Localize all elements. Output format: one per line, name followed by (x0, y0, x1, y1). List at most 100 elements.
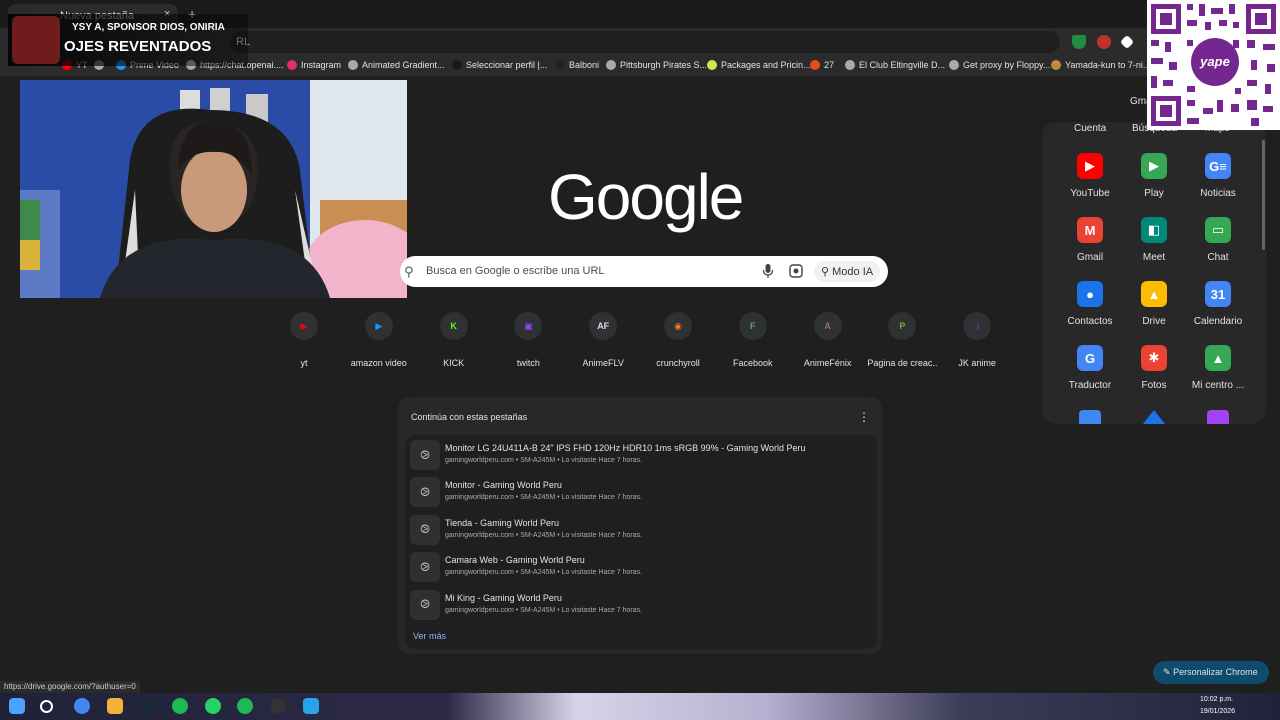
bookmark-item[interactable]: Get proxy by Floppy... (949, 60, 1050, 70)
shortcut-tile[interactable]: ▶ yt (269, 312, 339, 368)
app-drive[interactable]: ▲ Drive (1122, 281, 1186, 327)
personalize-chrome-button[interactable]: ✎ Personalizar Chrome (1153, 661, 1269, 684)
app-icon: G (1077, 345, 1103, 371)
address-bar[interactable]: RL (230, 31, 1060, 53)
continue-tab-row[interactable]: ⧁ Tienda - Gaming World Peru gamingworldpe… (408, 513, 874, 547)
shortcut-favicon-icon: ▶ (290, 312, 318, 340)
site-favicon-icon: ⧁ (410, 552, 440, 583)
bookmark-item[interactable]: Packages and Pricin... (707, 60, 811, 70)
bookmark-item[interactable]: Pittsburgh Pirates S... (606, 60, 707, 70)
app-icon: ◧ (1141, 217, 1167, 243)
bookmark-item[interactable]: El Club Eltingville D... (845, 60, 945, 70)
shortcut-tile[interactable]: J JK anime (942, 312, 1012, 368)
shortcut-tile[interactable]: F Facebook (718, 312, 788, 368)
app-label: Drive (1142, 316, 1166, 327)
clock-date[interactable]: 19/01/2026 (1200, 708, 1235, 715)
shortcut-label: AnimeFLV (582, 358, 624, 368)
bookmark-item[interactable]: Balboni (555, 60, 599, 70)
shortcut-favicon-icon: ◉ (664, 312, 692, 340)
app-calendario[interactable]: 31 Calendario (1186, 281, 1250, 327)
more-options-icon[interactable]: ⋮ (858, 410, 870, 424)
continue-tab-row[interactable]: ⧁ Mi King - Gaming World Peru gamingworldp… (408, 588, 874, 622)
shortcut-tile[interactable]: A AnimeFénix (793, 312, 863, 368)
stream-now-playing-title: OJES REVENTADOS (64, 38, 212, 55)
apps-scrollbar[interactable] (1262, 140, 1265, 250)
shortcut-tile[interactable]: K KICK (419, 312, 489, 368)
app-label: Play (1144, 188, 1164, 199)
continue-tab-subtitle: gamingworldperu.com • SM-A245M • Lo visi… (445, 457, 643, 464)
chrome-taskbar-icon[interactable] (74, 698, 90, 714)
bookmark-favicon-icon (348, 60, 358, 70)
app-label: Fotos (1141, 380, 1167, 391)
app-icon: ▭ (1205, 217, 1231, 243)
app-partial-icon (1079, 410, 1101, 424)
continue-tab-title: Tienda - Gaming World Peru (445, 517, 560, 528)
bookmark-item[interactable]: Seleccionar perfil |... (452, 60, 547, 70)
app-taskbar-icon[interactable] (303, 698, 319, 714)
app-label: YouTube (1070, 188, 1110, 199)
continue-tab-title: Camara Web - Gaming World Peru (445, 555, 585, 566)
whatsapp-icon[interactable] (205, 698, 221, 714)
see-more-link[interactable]: Ver más (413, 631, 446, 641)
shortcut-tile[interactable]: ▶ amazon video (344, 312, 414, 368)
app-label: Chat (1207, 252, 1229, 263)
red-extension-icon[interactable] (1097, 35, 1111, 49)
continue-tab-subtitle: gamingworldperu.com • SM-A245M • Lo visi… (445, 569, 643, 577)
shortcut-favicon-icon: J (963, 312, 992, 340)
search-taskbar-icon[interactable] (40, 700, 53, 713)
obs-icon[interactable] (270, 698, 286, 714)
app-label: Traductor (1068, 380, 1112, 391)
apps-header-cuenta[interactable]: Cuenta (1074, 123, 1106, 134)
shortcut-label: AnimeFénix (803, 358, 852, 368)
google-lens-icon[interactable] (789, 264, 803, 278)
app-icon: ▲ (1205, 345, 1231, 371)
bookmark-label: Pittsburgh Pirates S... (620, 60, 708, 70)
bookmark-item[interactable]: Yamada-kun to 7-ni... (1051, 60, 1150, 70)
app-traductor[interactable]: G Traductor (1058, 345, 1122, 391)
clock-time[interactable]: 10:02 p.m. (1200, 696, 1233, 703)
bookmark-label: Packages and Pricin... (721, 60, 811, 70)
app-contactos[interactable]: ● Contactos (1058, 281, 1122, 327)
app-gmail[interactable]: M Gmail (1058, 217, 1122, 263)
bookmark-favicon-icon (845, 60, 855, 70)
file-explorer-icon[interactable] (107, 698, 123, 714)
spotify-alt-icon[interactable] (237, 698, 253, 714)
app-chat[interactable]: ▭ Chat (1186, 217, 1250, 263)
continue-tab-title: Monitor - Gaming World Peru (445, 480, 562, 491)
app-mi-centro[interactable]: ▲ Mi centro ... (1186, 345, 1250, 391)
continue-tab-title: Mi King - Gaming World Peru (445, 592, 562, 603)
app-label: Contactos (1067, 316, 1113, 327)
bookmark-item[interactable]: Instagram (287, 60, 341, 70)
bookmark-favicon-icon (949, 60, 959, 70)
app-noticias[interactable]: G≡ Noticias (1186, 153, 1250, 199)
continue-tab-title: Monitor LG 24U411A-B 24" IPS FHD 120Hz H… (445, 443, 806, 453)
vpn-extension-icon[interactable] (1072, 35, 1086, 49)
shortcut-label: crunchyroll (656, 358, 700, 368)
continue-tab-row[interactable]: ⧁ Camara Web - Gaming World Peru gamingwor… (408, 550, 874, 584)
shortcut-tile[interactable]: ▣ twitch (493, 312, 563, 368)
ai-mode-button[interactable]: ⚲ Modo IA (814, 261, 880, 282)
spotify-icon[interactable] (172, 698, 188, 714)
shortcut-label: twitch (516, 358, 540, 368)
shortcut-tile[interactable]: ◉ crunchyroll (643, 312, 713, 368)
windows-start-icon[interactable] (9, 698, 25, 714)
shortcut-label: JK anime (958, 358, 996, 368)
microphone-icon[interactable] (762, 264, 774, 278)
shortcut-tile[interactable]: P Pagina de creac... (867, 312, 937, 368)
site-favicon-icon: ⧁ (410, 514, 440, 545)
shortcut-tile[interactable]: AF AnimeFLV (568, 312, 638, 368)
app-icon: ▶ (1141, 153, 1167, 179)
yape-logo: yape (1191, 38, 1239, 86)
bookmark-item[interactable]: 27 (810, 60, 834, 70)
app-meet[interactable]: ◧ Meet (1122, 217, 1186, 263)
bookmark-label: Seleccionar perfil |... (466, 60, 548, 70)
continue-tab-row[interactable]: ⧁ Monitor LG 24U411A-B 24" IPS FHD 120Hz … (408, 438, 874, 472)
app-play[interactable]: ▶ Play (1122, 153, 1186, 199)
app-youtube[interactable]: ▶ YouTube (1058, 153, 1122, 199)
stream-now-playing-artists: YSY A, SPONSOR DIOS, ONIRIA (72, 22, 225, 33)
continue-tab-row[interactable]: ⧁ Monitor - Gaming World Peru gamingworldp… (408, 475, 874, 509)
steam-icon[interactable] (139, 698, 155, 714)
app-fotos[interactable]: ✱ Fotos (1122, 345, 1186, 391)
search-input[interactable]: Busca en Google o escribe una URL (426, 265, 605, 277)
bookmark-item[interactable]: Animated Gradient... (348, 60, 445, 70)
